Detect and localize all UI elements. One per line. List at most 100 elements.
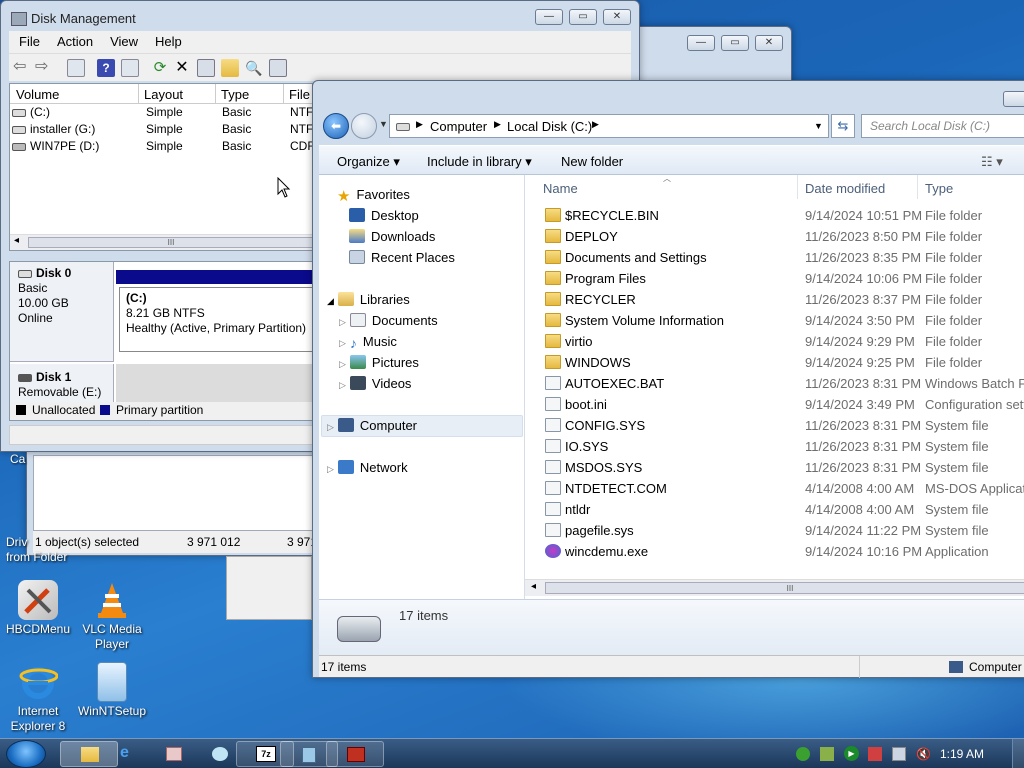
clock[interactable]: 1:19 AM <box>940 747 984 761</box>
list-item[interactable]: NTDETECT.COM 4/14/2008 4:00 AM MS-DOS Appl… <box>525 478 1024 499</box>
menu-view[interactable]: View <box>100 31 145 49</box>
desktop-icon-ie[interactable]: Internet Explorer 8 <box>0 662 76 734</box>
nav-desktop[interactable]: Desktop <box>349 208 419 223</box>
list-item[interactable]: $RECYCLE.BIN 9/14/2024 10:51 PM File folde… <box>525 205 1024 226</box>
help-icon[interactable]: ? <box>97 59 115 77</box>
check-icon[interactable] <box>197 59 215 77</box>
recent-pages-dropdown-icon[interactable]: ▼ <box>379 119 388 129</box>
disk1-info[interactable]: Disk 1 Removable (E:) <box>10 364 114 404</box>
new-folder-button[interactable]: New folder <box>561 154 623 169</box>
list-item[interactable]: pagefile.sys 9/14/2024 11:22 PM System fil… <box>525 520 1024 541</box>
tray-app-icon[interactable] <box>820 747 834 761</box>
list-item[interactable]: CONFIG.SYS 11/26/2023 8:31 PM System file <box>525 415 1024 436</box>
list-item[interactable]: AUTOEXEC.BAT 11/26/2023 8:31 PM Windows Ba… <box>525 373 1024 394</box>
refresh-icon[interactable]: ⟳ <box>151 59 169 77</box>
list-item[interactable]: IO.SYS 11/26/2023 8:31 PM System file <box>525 436 1024 457</box>
desktop-icon-vlc[interactable]: VLC Media Player <box>74 580 150 652</box>
col-type[interactable]: Type <box>221 87 249 102</box>
breadcrumb-computer[interactable]: Computer <box>430 119 487 134</box>
taskbar-app-3[interactable] <box>150 741 196 767</box>
refresh-button[interactable]: ⇆ <box>831 114 855 138</box>
nav-videos[interactable]: ▷ Videos <box>339 376 411 391</box>
col-layout[interactable]: Layout <box>144 87 183 102</box>
tray-network-icon[interactable] <box>892 747 906 761</box>
list-item[interactable]: Documents and Settings 11/26/2023 8:35 PM… <box>525 247 1024 268</box>
col-date-modified[interactable]: Date modified <box>805 181 885 196</box>
list-item[interactable]: wincdemu.exe 9/14/2024 10:16 PM Applicatio… <box>525 541 1024 562</box>
breadcrumb-chevron-icon[interactable]: ▶ <box>592 119 599 130</box>
col-file[interactable]: File <box>289 87 310 102</box>
show-desktop-button[interactable] <box>1012 739 1024 768</box>
close-button[interactable]: ✕ <box>755 35 783 51</box>
disk0-info[interactable]: Disk 0 Basic 10.00 GB Online <box>10 262 114 362</box>
minimize-button[interactable]: — <box>535 9 563 25</box>
organize-button[interactable]: Organize ▾ <box>337 154 400 170</box>
menu-help[interactable]: Help <box>145 31 189 49</box>
desktop-icon-winntsetup[interactable]: WinNTSetup <box>74 662 150 719</box>
taskbar-ie[interactable]: e <box>102 741 152 767</box>
scroll-thumb[interactable]: III <box>28 237 312 248</box>
include-in-library-button[interactable]: Include in library ▾ <box>427 154 532 170</box>
maximize-button[interactable]: ▭ <box>721 35 749 51</box>
table-row[interactable]: installer (G:) Simple Basic NTF <box>10 121 312 138</box>
maximize-button[interactable]: ▭ <box>569 9 597 25</box>
address-dropdown-icon[interactable]: ▼ <box>814 121 823 131</box>
scroll-left-icon[interactable]: ◂ <box>14 235 19 246</box>
forward-button[interactable] <box>351 113 377 139</box>
tray-tool-icon[interactable] <box>868 747 882 761</box>
forward-arrow-icon[interactable]: ⇨ <box>35 59 53 77</box>
horizontal-scrollbar[interactable]: ◂ III <box>525 579 1024 596</box>
desktop-icon-hbcdmenu[interactable]: HBCDMenu <box>0 580 76 637</box>
nav-music[interactable]: ▷ ♪ Music <box>339 334 397 351</box>
nav-network[interactable]: ▷ Network <box>327 460 408 475</box>
search-input[interactable]: Search Local Disk (C:) <box>861 114 1024 138</box>
address-bar[interactable]: ▶ Computer ▶ Local Disk (C:) ▶ ▼ <box>389 114 829 138</box>
back-arrow-icon[interactable]: ⇦ <box>13 59 31 77</box>
breadcrumb-local-disk[interactable]: Local Disk (C:) <box>507 119 592 134</box>
properties-icon[interactable] <box>121 59 139 77</box>
tray-shield-icon[interactable] <box>796 747 810 761</box>
col-type[interactable]: Type <box>925 181 953 196</box>
menu-file[interactable]: File <box>9 31 47 49</box>
nav-computer[interactable]: ▷ Computer <box>327 418 417 433</box>
close-button[interactable]: ✕ <box>603 9 631 25</box>
list-item[interactable]: MSDOS.SYS 11/26/2023 8:31 PM System file <box>525 457 1024 478</box>
breadcrumb-chevron-icon[interactable]: ▶ <box>416 119 423 130</box>
console-tree-icon[interactable] <box>67 59 85 77</box>
nav-libraries[interactable]: ◢ Libraries <box>327 292 410 307</box>
partition-c[interactable]: (C:) 8.21 GB NTFS Healthy (Active, Prima… <box>116 270 314 356</box>
list-item[interactable]: RECYCLER 11/26/2023 8:37 PM File folder <box>525 289 1024 310</box>
list-item[interactable]: DEPLOY 11/26/2023 8:50 PM File folder <box>525 226 1024 247</box>
breadcrumb-chevron-icon[interactable]: ▶ <box>494 119 501 130</box>
table-row[interactable]: (C:) Simple Basic NTF <box>10 104 312 121</box>
scroll-left-icon[interactable]: ◂ <box>531 581 536 592</box>
minimize-button[interactable] <box>1003 91 1024 107</box>
col-volume[interactable]: Volume <box>16 87 59 102</box>
list-item[interactable]: WINDOWS 9/14/2024 9:25 PM File folder <box>525 352 1024 373</box>
list-item[interactable]: Program Files 9/14/2024 10:06 PM File fold… <box>525 268 1024 289</box>
open-folder-icon[interactable] <box>221 59 239 77</box>
tray-volume-muted-icon[interactable]: 🔇 <box>916 747 931 761</box>
nav-downloads[interactable]: Downloads <box>349 229 435 244</box>
menu-action[interactable]: Action <box>47 31 100 49</box>
taskbar-disk-management[interactable] <box>326 741 384 767</box>
tray-play-icon[interactable]: ▶ <box>844 746 859 761</box>
list-item[interactable]: System Volume Information 9/14/2024 3:50 … <box>525 310 1024 331</box>
minimize-button[interactable]: — <box>687 35 715 51</box>
search-icon[interactable]: 🔍 <box>245 59 263 77</box>
list-item[interactable]: virtio 9/14/2024 9:29 PM File folder <box>525 331 1024 352</box>
nav-pictures[interactable]: ▷ Pictures <box>339 355 419 370</box>
start-button[interactable] <box>6 740 46 768</box>
settings-icon[interactable] <box>269 59 287 77</box>
table-row[interactable]: WIN7PE (D:) Simple Basic CDF <box>10 138 312 155</box>
nav-documents[interactable]: ▷ Documents <box>339 313 438 328</box>
horizontal-scrollbar[interactable]: ◂ III <box>10 234 312 250</box>
back-button[interactable]: ⬅ <box>323 113 349 139</box>
list-item[interactable]: ntldr 4/14/2008 4:00 AM System file <box>525 499 1024 520</box>
nav-favorites[interactable]: ★ Favorites <box>337 187 410 205</box>
view-options-icon[interactable]: ☷ ▾ <box>981 154 1003 170</box>
list-item[interactable]: boot.ini 9/14/2024 3:49 PM Configuration s… <box>525 394 1024 415</box>
scroll-thumb[interactable]: III <box>545 582 1024 594</box>
nav-recent-places[interactable]: Recent Places <box>349 250 455 265</box>
col-name[interactable]: Name <box>543 181 578 196</box>
